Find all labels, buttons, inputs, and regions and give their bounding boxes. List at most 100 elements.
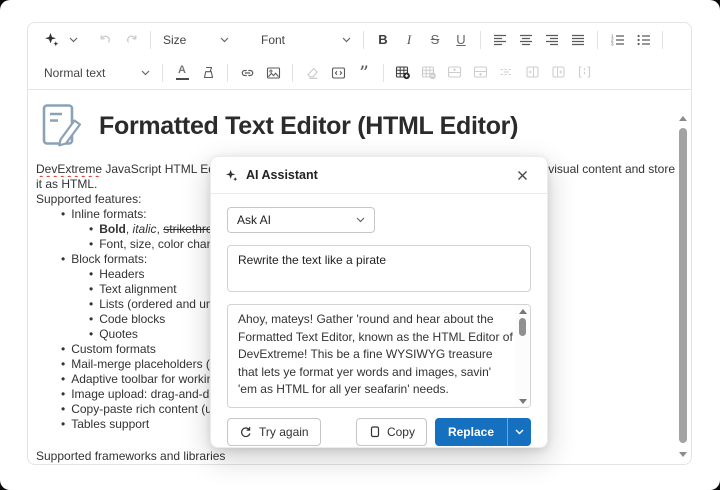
chevron-down-icon: [515, 429, 524, 435]
dialog-body: Ask AI Rewrite the text like a pirate Ah…: [211, 194, 547, 408]
bullet-list-icon: [637, 34, 650, 45]
chevron-down-icon: [220, 37, 229, 42]
scroll-up-arrow[interactable]: [679, 116, 687, 121]
document-pencil-icon: [42, 104, 81, 147]
underline-button[interactable]: U: [448, 27, 474, 53]
demo-card: Size Font B I S U 1 2 3 Normal text A ” …: [0, 0, 720, 490]
toolbar-separator: [227, 63, 228, 82]
insert-column-right-icon: [552, 66, 565, 78]
chevron-down-icon: [141, 70, 150, 75]
link-button[interactable]: [234, 60, 260, 86]
delete-table-icon: [421, 66, 436, 80]
bullet-list-button[interactable]: [630, 27, 656, 53]
chevron-down-icon: [69, 37, 77, 42]
align-justify-button[interactable]: [565, 27, 591, 53]
copy-label: Copy: [386, 425, 415, 439]
delete-column-button[interactable]: [572, 60, 598, 86]
undo-button[interactable]: [92, 27, 118, 53]
insert-row-above-button[interactable]: [442, 60, 468, 86]
insert-table-button[interactable]: [390, 60, 416, 86]
code-block-icon: [331, 66, 345, 79]
document-header: Formatted Text Editor (HTML Editor): [42, 103, 691, 150]
toolbar-row-1: Size Font B I S U 1 2 3: [38, 23, 681, 56]
insert-column-left-icon: [526, 66, 539, 78]
dialog-footer: Try again Copy Replace: [211, 418, 547, 446]
align-right-button[interactable]: [539, 27, 565, 53]
copy-button[interactable]: Copy: [355, 418, 427, 446]
svg-text:3: 3: [611, 41, 614, 46]
replace-split-button: Replace: [434, 418, 531, 446]
background-color-button[interactable]: [195, 60, 221, 86]
align-center-icon: [520, 34, 532, 45]
insert-row-above-icon: [447, 66, 462, 78]
font-select-value: Font: [261, 32, 286, 47]
scroll-down-arrow[interactable]: [518, 399, 527, 404]
delete-row-button[interactable]: [494, 60, 520, 86]
copy-icon: [370, 425, 380, 437]
frameworks-heading: Supported frameworks and libraries: [36, 449, 226, 463]
prompt-input[interactable]: Rewrite the text like a pirate: [227, 245, 531, 292]
italic-button[interactable]: I: [396, 27, 422, 53]
link-icon: [241, 69, 253, 76]
code-block-button[interactable]: [325, 60, 351, 86]
close-button[interactable]: [511, 164, 533, 186]
size-select-value: Size: [163, 32, 187, 47]
toolbar-row-2: Normal text A ”: [38, 56, 681, 89]
toolbar-separator: [383, 63, 384, 82]
align-left-button[interactable]: [487, 27, 513, 53]
ai-assistant-caret[interactable]: [64, 27, 82, 53]
font-color-button[interactable]: A: [169, 60, 195, 86]
toolbar-separator: [292, 63, 293, 82]
insert-row-below-icon: [473, 66, 488, 78]
toolbar-separator: [363, 30, 364, 49]
scroll-up-arrow[interactable]: [518, 309, 527, 314]
blockquote-button[interactable]: ”: [351, 60, 377, 86]
page-title: Formatted Text Editor (HTML Editor): [99, 112, 519, 140]
heading-format-select[interactable]: Normal text: [38, 60, 156, 86]
size-select[interactable]: Size: [157, 27, 235, 53]
scroll-down-arrow[interactable]: [679, 452, 687, 457]
chevron-down-icon: [356, 217, 365, 223]
scrollbar-thumb[interactable]: [519, 318, 526, 336]
bold-button[interactable]: B: [370, 27, 396, 53]
editor-scrollbar[interactable]: [678, 116, 688, 459]
background-color-icon: [203, 66, 213, 78]
ordered-list-button[interactable]: 123: [604, 27, 630, 53]
response-paragraph: Ahoy, mateys! Gather 'round and hear abo…: [238, 312, 513, 396]
insert-column-left-button[interactable]: [520, 60, 546, 86]
ai-assistant-button[interactable]: [38, 27, 64, 53]
image-button[interactable]: [260, 60, 286, 86]
toolbar-separator: [150, 30, 151, 49]
align-left-icon: [494, 34, 506, 45]
toolbar-separator: [162, 63, 163, 82]
eraser-icon: [306, 67, 318, 79]
misspelled-word: DevExtreme: [36, 162, 103, 176]
replace-caret-button[interactable]: [507, 418, 531, 446]
response-scrollbar[interactable]: [515, 305, 530, 407]
delete-column-icon: [578, 66, 591, 78]
redo-icon: [126, 34, 136, 43]
align-center-button[interactable]: [513, 27, 539, 53]
undo-icon: [100, 34, 110, 43]
toolbar-separator: [662, 30, 663, 49]
response-box[interactable]: Ahoy, mateys! Gather 'round and hear abo…: [227, 304, 531, 408]
dialog-header: AI Assistant: [211, 157, 547, 194]
try-again-button[interactable]: Try again: [227, 418, 321, 446]
redo-button[interactable]: [118, 27, 144, 53]
image-icon: [266, 66, 280, 79]
ai-command-select[interactable]: Ask AI: [227, 207, 375, 233]
intro-line-1-right: nd visual content and store: [531, 162, 675, 176]
response-text: Ahoy, mateys! Gather 'round and hear abo…: [228, 305, 515, 407]
scrollbar-thumb[interactable]: [679, 128, 687, 443]
delete-table-button[interactable]: [416, 60, 442, 86]
clear-format-button[interactable]: [299, 60, 325, 86]
font-select[interactable]: Font: [255, 27, 357, 53]
ordered-list-icon: 123: [611, 33, 624, 46]
align-right-icon: [546, 34, 558, 45]
blockquote-icon: ”: [359, 61, 369, 84]
insert-column-right-button[interactable]: [546, 60, 572, 86]
insert-row-below-button[interactable]: [468, 60, 494, 86]
chevron-down-icon: [342, 37, 351, 42]
replace-button[interactable]: Replace: [434, 418, 507, 446]
strikethrough-button[interactable]: S: [422, 27, 448, 53]
